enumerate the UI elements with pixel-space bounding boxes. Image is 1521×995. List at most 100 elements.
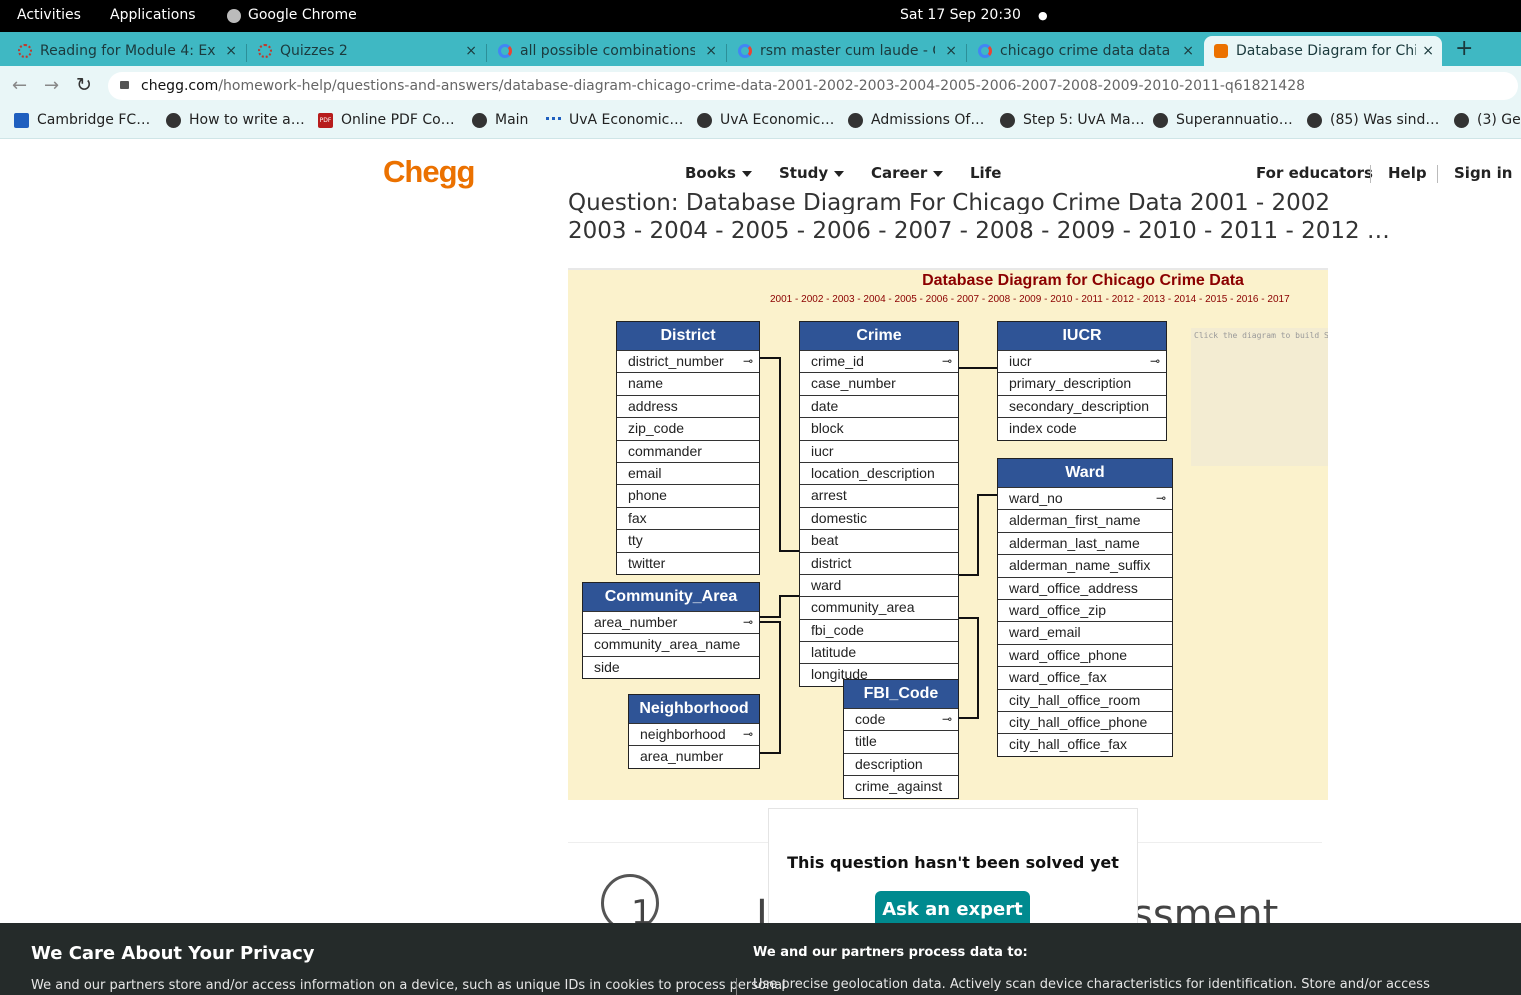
bookmark-step-5[interactable]: Step 5: UvA Ma… (1000, 112, 1145, 128)
bookmark-main[interactable]: Main (472, 112, 528, 128)
close-tab-icon[interactable]: × (465, 43, 477, 59)
bookmark-online-pdf[interactable]: PDF Online PDF Co… (318, 112, 455, 128)
bookmark-uva-economic-2[interactable]: UvA Economic… (697, 112, 834, 128)
field-row: city_hall_office_room (998, 688, 1172, 711)
tab-database-diagram[interactable]: Database Diagram for Chi × (1204, 36, 1442, 66)
field-row: location_description (800, 461, 958, 484)
globe-icon (472, 112, 487, 128)
reload-icon[interactable]: ↻ (76, 74, 92, 96)
bookmark-how-to-write[interactable]: How to write a… (166, 112, 305, 128)
privacy-banner: We Care About Your Privacy We and our pa… (0, 923, 1521, 995)
privacy-purposes-title: We and our partners process data to: (753, 945, 1028, 960)
sign-in-link[interactable]: Sign in (1454, 164, 1512, 182)
database-diagram-image[interactable]: Database Diagram for Chicago Crime Data … (568, 268, 1328, 800)
question-title-clipped: Question: Database Diagram For Chicago C… (568, 186, 1328, 214)
field-row: alderman_name_suffix (998, 554, 1172, 576)
field-row: city_hall_office_phone (998, 710, 1172, 733)
table-header: District (617, 322, 759, 350)
field-row: area_number ⊸ (583, 611, 759, 633)
help-link[interactable]: Help (1388, 164, 1427, 182)
field-row: twitter (617, 551, 759, 574)
nav-life[interactable]: Life (970, 164, 1001, 182)
tab-reading-module-4[interactable]: Reading for Module 4: Exp × (8, 36, 245, 66)
tab-separator (726, 44, 727, 62)
google-icon (978, 44, 992, 58)
address-bar[interactable]: chegg.com/homework-help/questions-and-an… (108, 72, 1518, 100)
status-dot-icon: ● (1038, 9, 1048, 22)
close-tab-icon[interactable]: × (225, 43, 237, 59)
bookmark-superannuation[interactable]: Superannuatio… (1153, 112, 1293, 128)
active-app-name[interactable]: Google Chrome (248, 7, 357, 23)
field-row: primary_description (998, 372, 1166, 394)
close-tab-icon[interactable]: × (705, 43, 717, 59)
table-header: Ward (998, 459, 1172, 487)
field-row: tty (617, 529, 759, 551)
chegg-icon (1214, 44, 1228, 58)
google-icon (498, 44, 512, 58)
tab-title: all possible combinations (520, 43, 695, 59)
key-icon: ⊸ (1155, 491, 1166, 505)
field-row: side (583, 655, 759, 678)
tab-title: rsm master cum laude - Go (760, 43, 935, 59)
tab-all-possible-combinations[interactable]: all possible combinations × (488, 36, 725, 66)
field-row: commander (617, 439, 759, 462)
globe-icon (1454, 112, 1469, 128)
field-row: block (800, 417, 958, 439)
field-row: phone (617, 484, 759, 506)
tab-rsm-master[interactable]: rsm master cum laude - Go × (728, 36, 965, 66)
unsolved-message: This question hasn't been solved yet (787, 853, 1119, 872)
loading-icon (18, 44, 32, 58)
privacy-title: We Care About Your Privacy (31, 943, 315, 964)
table-iucr: IUCR iucr ⊸ primary_description secondary… (997, 321, 1167, 441)
close-tab-icon[interactable]: × (945, 43, 957, 59)
lock-icon[interactable] (120, 81, 129, 89)
new-tab-icon[interactable]: + (1455, 36, 1473, 61)
divider (1437, 165, 1438, 183)
tab-quizzes-2[interactable]: Quizzes 2 × (248, 36, 485, 66)
key-icon: ⊸ (742, 354, 753, 368)
privacy-purposes-body: Use precise geolocation data. Actively s… (753, 977, 1430, 992)
back-icon[interactable]: ← (12, 75, 27, 96)
chevron-down-icon (741, 170, 752, 177)
bookmark-cambridge[interactable]: Cambridge FC… (14, 112, 150, 128)
field-row: latitude (800, 641, 958, 663)
field-row: beat (800, 529, 958, 551)
crime-ward-link (958, 494, 997, 576)
pdf-icon: PDF (318, 112, 333, 128)
community-neighborhood-link (758, 621, 781, 754)
bookmark-admissions[interactable]: Admissions Of… (848, 112, 984, 128)
field-row: ward_office_fax (998, 666, 1172, 688)
nav-study[interactable]: Study (779, 164, 845, 182)
close-tab-icon[interactable]: × (1182, 43, 1194, 59)
chrome-icon (227, 9, 241, 23)
bookmark-geo[interactable]: (3) Geo (1454, 112, 1521, 128)
field-row: index code (998, 417, 1166, 439)
bookmark-was-sind[interactable]: (85) Was sind… (1307, 112, 1439, 128)
loading-icon (258, 44, 272, 58)
field-row: area_number (629, 745, 759, 767)
field-row: ward_no ⊸ (998, 487, 1172, 509)
field-row: community_area_name (583, 633, 759, 655)
tab-title: Reading for Module 4: Exp (40, 43, 215, 59)
field-row: domestic (800, 506, 958, 529)
url-text[interactable]: chegg.com/homework-help/questions-and-an… (141, 72, 1305, 100)
tab-title: chicago crime data data b (1000, 43, 1175, 59)
applications-menu[interactable]: Applications (110, 7, 196, 23)
field-row: alderman_last_name (998, 531, 1172, 554)
chegg-logo[interactable]: Chegg (383, 154, 475, 190)
dots-icon (546, 117, 561, 123)
field-row: zip_code (617, 417, 759, 439)
district-crime-link (758, 357, 799, 552)
tab-chicago-crime-data[interactable]: chicago crime data data b × (968, 36, 1202, 66)
close-tab-icon[interactable]: × (1422, 43, 1434, 59)
nav-career[interactable]: Career (871, 164, 944, 182)
bookmark-uva-economic-1[interactable]: UvA Economic… (546, 112, 683, 128)
forward-icon[interactable]: → (44, 75, 59, 96)
nav-books[interactable]: Books (685, 164, 752, 182)
field-row: name (617, 372, 759, 394)
activities-button[interactable]: Activities (17, 7, 81, 23)
table-header: Neighborhood (629, 695, 759, 723)
clock[interactable]: Sat 17 Sep 20:30 (900, 7, 1021, 23)
for-educators-link[interactable]: For educators (1256, 164, 1373, 182)
chevron-down-icon (834, 170, 845, 177)
